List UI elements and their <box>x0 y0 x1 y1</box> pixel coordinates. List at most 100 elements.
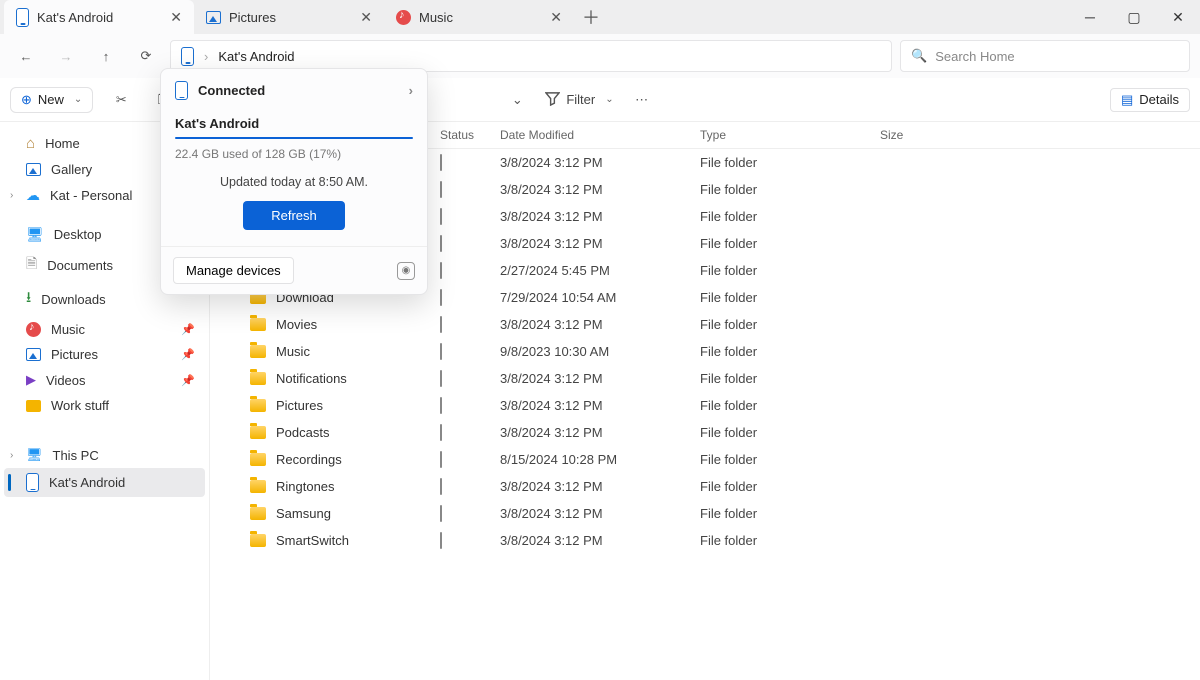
status-icon <box>440 343 442 360</box>
file-type: File folder <box>700 398 880 413</box>
file-type: File folder <box>700 317 880 332</box>
close-icon[interactable]: ✕ <box>550 9 562 26</box>
file-date: 3/8/2024 3:12 PM <box>500 182 700 197</box>
status-icon <box>440 181 442 198</box>
plus-icon: ⊕ <box>21 92 32 108</box>
file-date: 7/29/2024 10:54 AM <box>500 290 700 305</box>
table-row[interactable]: SmartSwitch 3/8/2024 3:12 PMFile folder <box>210 527 1200 554</box>
table-row[interactable]: Movies 3/8/2024 3:12 PMFile folder <box>210 311 1200 338</box>
minimize-button[interactable]: ─ <box>1068 0 1112 34</box>
status-icon <box>440 451 442 468</box>
file-date: 3/8/2024 3:12 PM <box>500 155 700 170</box>
funnel-icon <box>545 91 560 109</box>
add-tab-button[interactable]: ＋ <box>574 0 608 34</box>
file-type: File folder <box>700 452 880 467</box>
folder-icon <box>26 400 41 412</box>
tab-music[interactable]: Music ✕ <box>384 0 574 34</box>
pin-icon[interactable]: 📌 <box>181 348 195 361</box>
up-button[interactable]: ↑ <box>90 40 122 72</box>
table-row[interactable]: Notifications3/8/2024 3:12 PMFile folder <box>210 365 1200 392</box>
sidebar-item-music[interactable]: Music 📌 <box>4 317 205 342</box>
table-row[interactable]: Ringtones3/8/2024 3:12 PMFile folder <box>210 473 1200 500</box>
folder-icon <box>250 426 266 439</box>
sidebar-label: Pictures <box>51 347 98 362</box>
table-row[interactable]: Recordings8/15/2024 10:28 PMFile folder <box>210 446 1200 473</box>
sidebar-label: Documents <box>47 258 113 273</box>
refresh-nav-button[interactable]: ⟳ <box>130 40 162 72</box>
chevron-right-icon[interactable]: › <box>10 190 13 201</box>
file-date: 3/8/2024 3:12 PM <box>500 236 700 251</box>
file-date: 3/8/2024 3:12 PM <box>500 371 700 386</box>
search-input[interactable]: 🔍 Search Home <box>900 40 1190 72</box>
file-date: 3/8/2024 3:12 PM <box>500 398 700 413</box>
col-header-status[interactable]: Status <box>440 128 500 142</box>
popup-header[interactable]: Connected › <box>161 69 427 112</box>
close-icon[interactable]: ✕ <box>170 9 182 26</box>
file-type: File folder <box>700 155 880 170</box>
storage-text: 22.4 GB used of 128 GB (17%) <box>175 147 413 161</box>
status-icon <box>440 424 442 441</box>
close-icon[interactable]: ✕ <box>360 9 372 26</box>
sidebar-item-work[interactable]: Work stuff <box>4 393 205 418</box>
manage-devices-button[interactable]: Manage devices <box>173 257 294 284</box>
chevron-right-icon[interactable]: › <box>10 450 13 461</box>
file-date: 3/8/2024 3:12 PM <box>500 317 700 332</box>
sidebar-label: Music <box>51 322 85 337</box>
file-name: Movies <box>276 317 317 332</box>
cut-button[interactable]: ✂ <box>107 86 135 114</box>
maximize-button[interactable]: ▢ <box>1112 0 1156 34</box>
tab-label: Pictures <box>229 10 276 25</box>
folder-icon <box>250 480 266 493</box>
file-type: File folder <box>700 182 880 197</box>
sidebar-item-videos[interactable]: ▶Videos📌 <box>4 367 205 393</box>
sidebar-item-device[interactable]: Kat's Android <box>4 468 205 497</box>
sidebar-label: This PC <box>53 448 99 463</box>
col-header-size[interactable]: Size <box>880 128 980 142</box>
status-icon <box>440 262 442 279</box>
chevron-right-icon: › <box>204 49 208 64</box>
search-icon: 🔍 <box>911 48 927 64</box>
file-date: 3/8/2024 3:12 PM <box>500 209 700 224</box>
storage-bar <box>175 137 413 139</box>
breadcrumb-current[interactable]: Kat's Android <box>218 49 294 64</box>
sidebar-item-pictures[interactable]: Pictures 📌 <box>4 342 205 367</box>
more-button[interactable]: ⋯ <box>628 86 656 114</box>
col-header-type[interactable]: Type <box>700 128 880 142</box>
pin-icon[interactable]: 📌 <box>181 323 195 336</box>
filter-button[interactable]: Filter ⌄ <box>545 91 613 109</box>
back-button[interactable]: ← <box>10 40 42 72</box>
refresh-button[interactable]: Refresh <box>243 201 345 230</box>
sidebar-label: Gallery <box>51 162 92 177</box>
file-date: 2/27/2024 5:45 PM <box>500 263 700 278</box>
popup-body: Kat's Android 22.4 GB used of 128 GB (17… <box>161 112 427 246</box>
table-row[interactable]: Pictures3/8/2024 3:12 PMFile folder <box>210 392 1200 419</box>
sort-chevron[interactable]: ⌄ <box>503 86 531 114</box>
file-type: File folder <box>700 236 880 251</box>
new-button[interactable]: ⊕ New ⌄ <box>10 87 93 113</box>
file-type: File folder <box>700 344 880 359</box>
file-name: SmartSwitch <box>276 533 349 548</box>
file-type: File folder <box>700 533 880 548</box>
close-window-button[interactable]: ✕ <box>1156 0 1200 34</box>
camera-icon[interactable]: ◉ <box>397 262 415 280</box>
details-button[interactable]: ▤ Details <box>1110 88 1190 112</box>
file-date: 3/8/2024 3:12 PM <box>500 533 700 548</box>
sidebar-item-thispc[interactable]: ›🖥This PC <box>4 442 205 468</box>
table-row[interactable]: Podcasts3/8/2024 3:12 PMFile folder <box>210 419 1200 446</box>
tab-pictures[interactable]: Pictures ✕ <box>194 0 384 34</box>
table-row[interactable]: Samsung3/8/2024 3:12 PMFile folder <box>210 500 1200 527</box>
tab-kats-android[interactable]: Kat's Android ✕ <box>4 0 194 34</box>
pin-icon[interactable]: 📌 <box>181 374 195 387</box>
folder-icon <box>250 534 266 547</box>
forward-button[interactable]: → <box>50 40 82 72</box>
download-icon: ⭳ <box>26 287 31 312</box>
phone-icon <box>26 473 39 492</box>
device-popup: Connected › Kat's Android 22.4 GB used o… <box>160 68 428 295</box>
music-icon <box>26 322 41 337</box>
tab-label: Music <box>419 10 453 25</box>
file-name: Podcasts <box>276 425 329 440</box>
table-row[interactable]: Music9/8/2023 10:30 AMFile folder <box>210 338 1200 365</box>
status-icon <box>440 370 442 387</box>
col-header-date[interactable]: Date Modified <box>500 128 700 142</box>
file-name: Recordings <box>276 452 342 467</box>
